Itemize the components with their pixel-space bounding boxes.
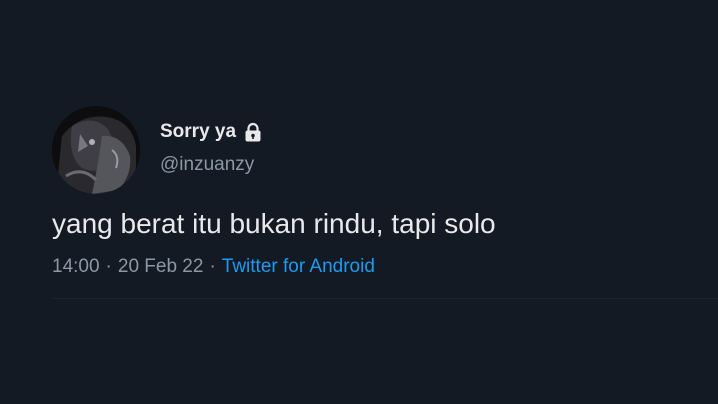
meta-separator: · [209, 256, 216, 277]
divider [52, 298, 718, 299]
tweet-meta: 14:00 · 20 Feb 22 · Twitter for Android [52, 254, 375, 280]
author-display-name[interactable]: Sorry ya [160, 120, 236, 144]
lock-icon [244, 122, 262, 142]
tweet-date[interactable]: 20 Feb 22 [118, 256, 204, 277]
tweet-text: yang berat itu bukan rindu, tapi solo [52, 208, 496, 239]
author-handle[interactable]: @inzuanzy [160, 153, 254, 177]
tweet-source-link[interactable]: Twitter for Android [222, 256, 375, 277]
meta-separator: · [105, 256, 112, 277]
avatar-image [52, 106, 140, 194]
avatar[interactable] [52, 106, 140, 194]
tweet-card: Sorry ya @inzuanzy yang berat itu bukan … [0, 0, 718, 404]
tweet-time[interactable]: 14:00 [52, 256, 100, 277]
author-name-row[interactable]: Sorry ya [160, 120, 262, 144]
